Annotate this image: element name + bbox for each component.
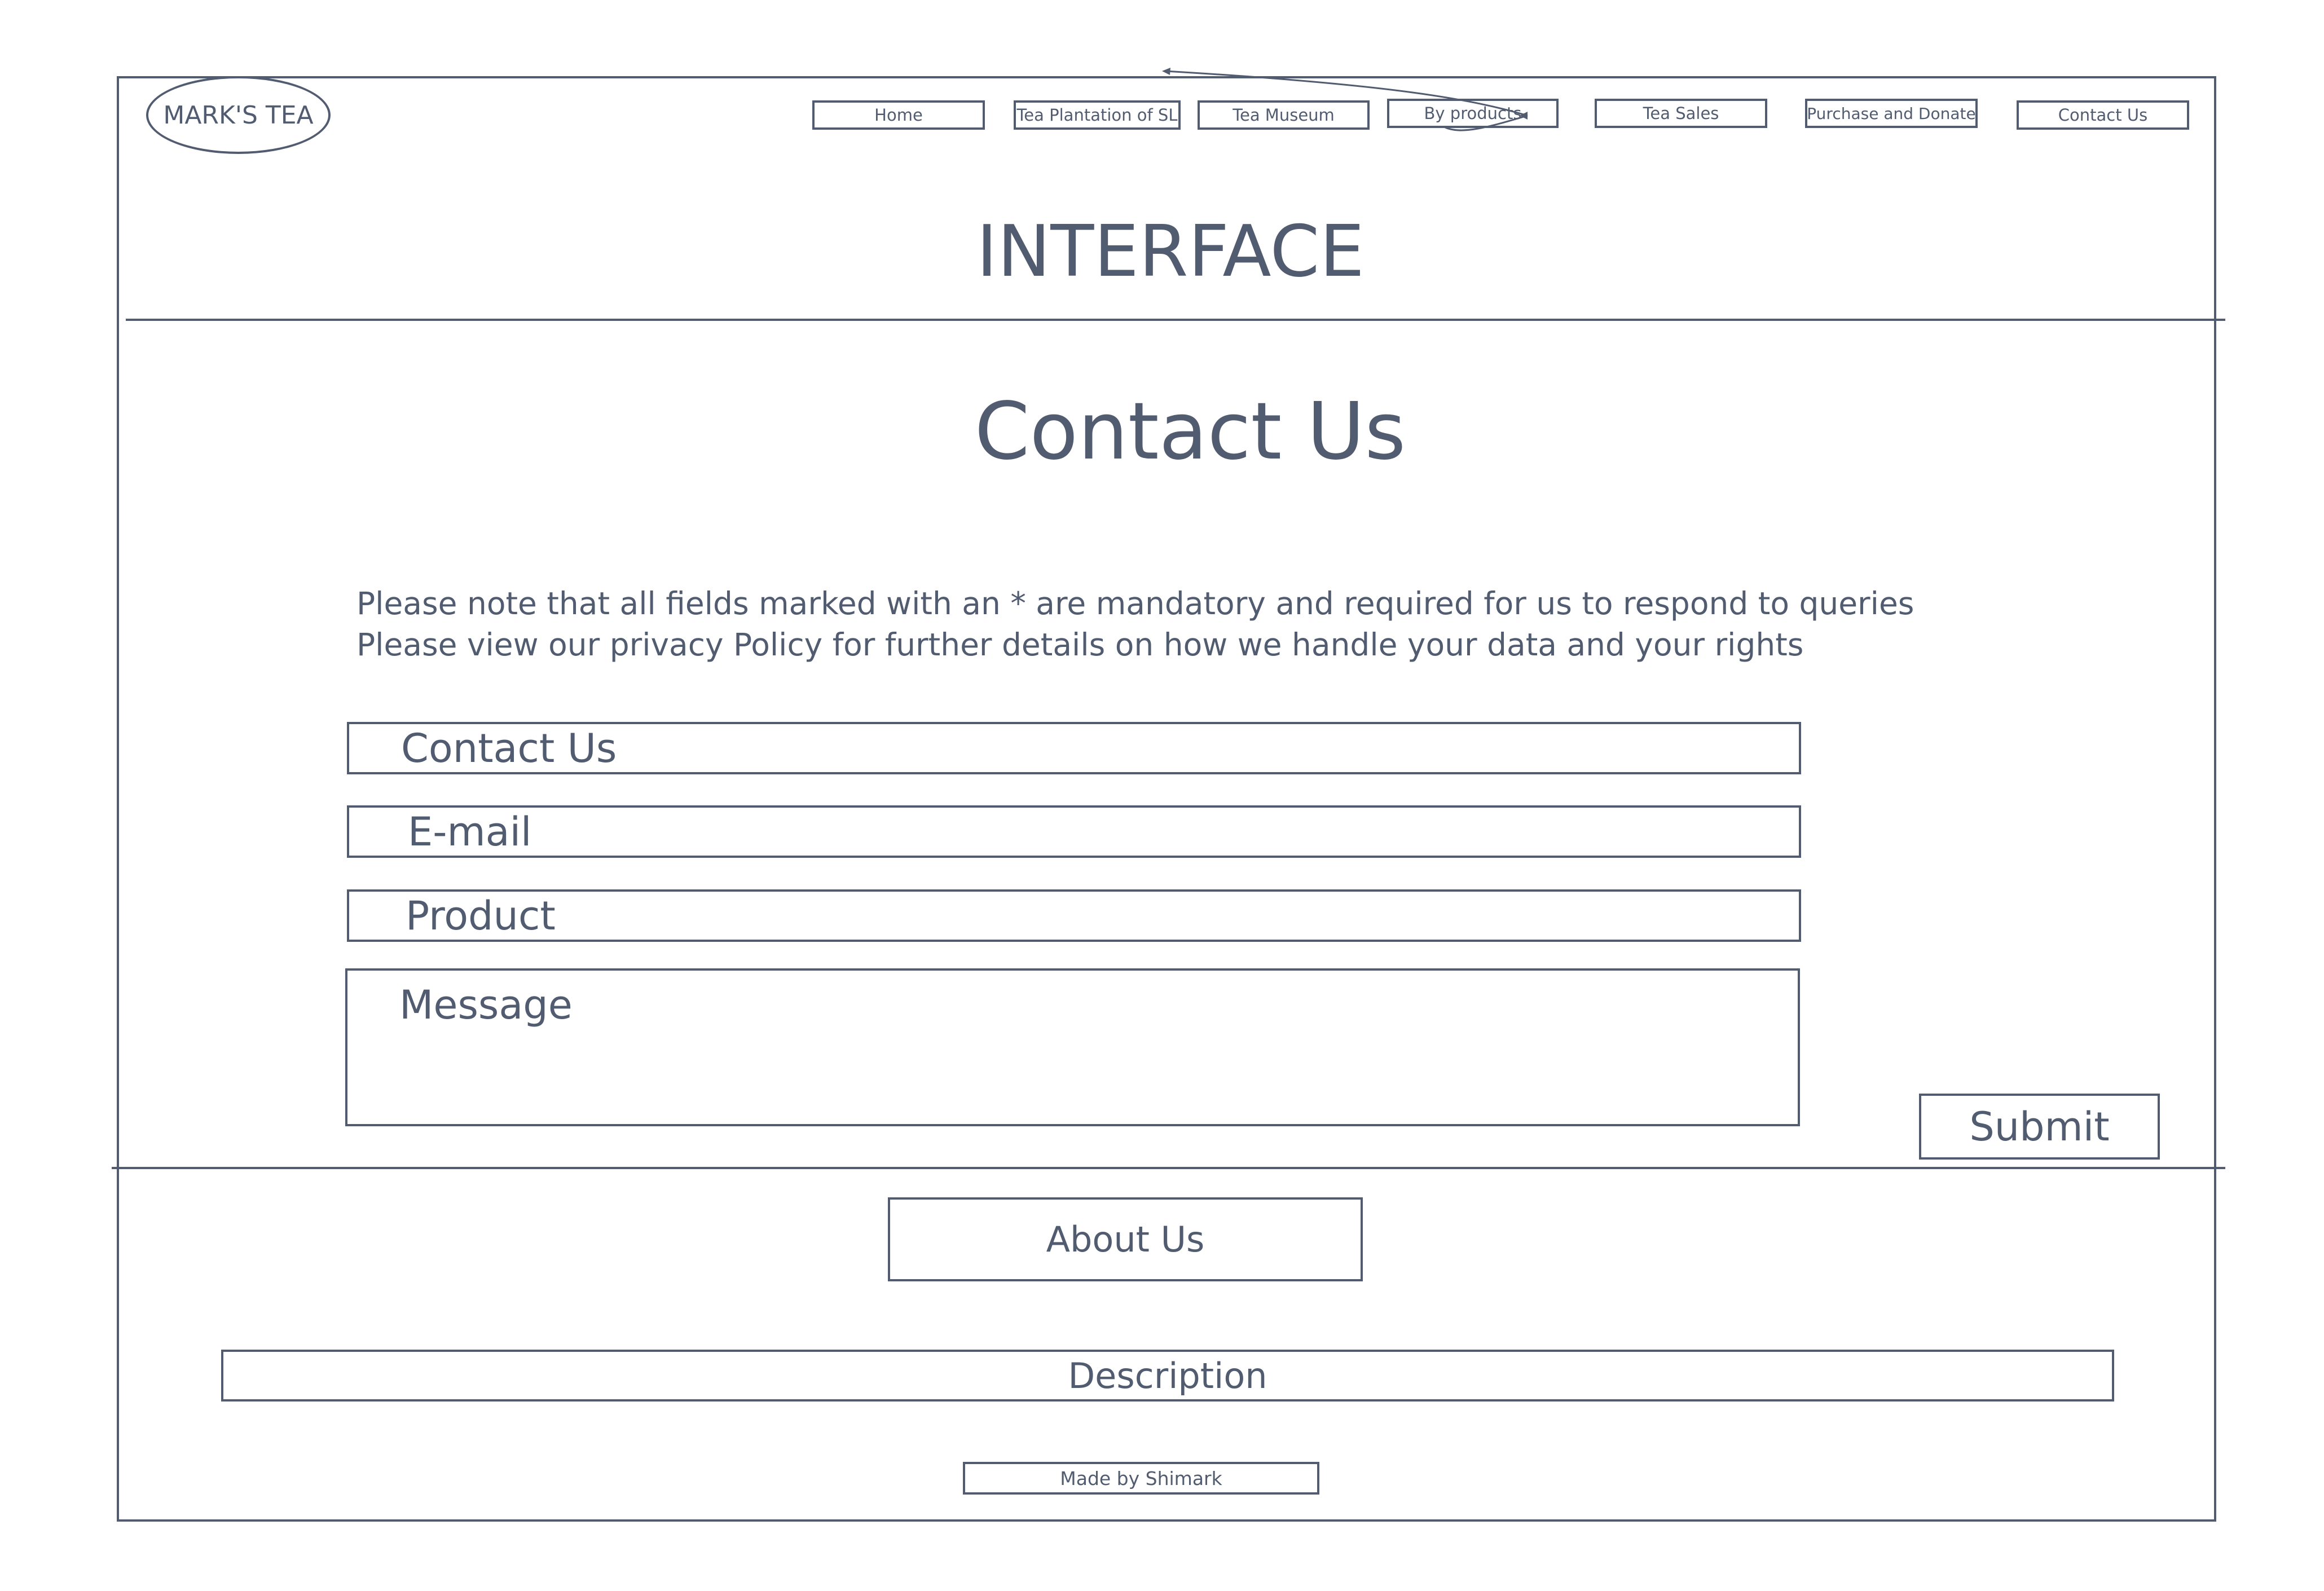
description-box: Description [221,1350,2114,1402]
contact-field[interactable]: Contact Us [347,722,1801,774]
privacy-note: Please view our privacy Policy for furth… [356,627,1804,663]
header-divider [126,319,2225,321]
message-field-label: Message [399,982,573,1028]
email-field[interactable]: E-mail [347,805,1801,858]
description-label: Description [1068,1355,1267,1396]
banner-title: INTERFACE [976,209,1365,293]
product-field[interactable]: Product [347,889,1801,942]
submit-button-label: Submit [1969,1103,2110,1150]
mandatory-note: Please note that all fields marked with … [356,585,1914,622]
email-field-label: E-mail [408,808,532,855]
credit-label: Made by Shimark [1060,1467,1222,1489]
message-textarea[interactable]: Message [345,968,1800,1126]
credit-box: Made by Shimark [963,1462,1319,1495]
about-us-button[interactable]: About Us [888,1197,1363,1281]
submit-button[interactable]: Submit [1919,1094,2160,1160]
page-title: Contact Us [974,385,1406,478]
contact-field-label: Contact Us [401,725,617,772]
product-field-label: Product [406,892,556,939]
footer-divider [112,1167,2225,1169]
about-us-label: About Us [1046,1219,1205,1260]
